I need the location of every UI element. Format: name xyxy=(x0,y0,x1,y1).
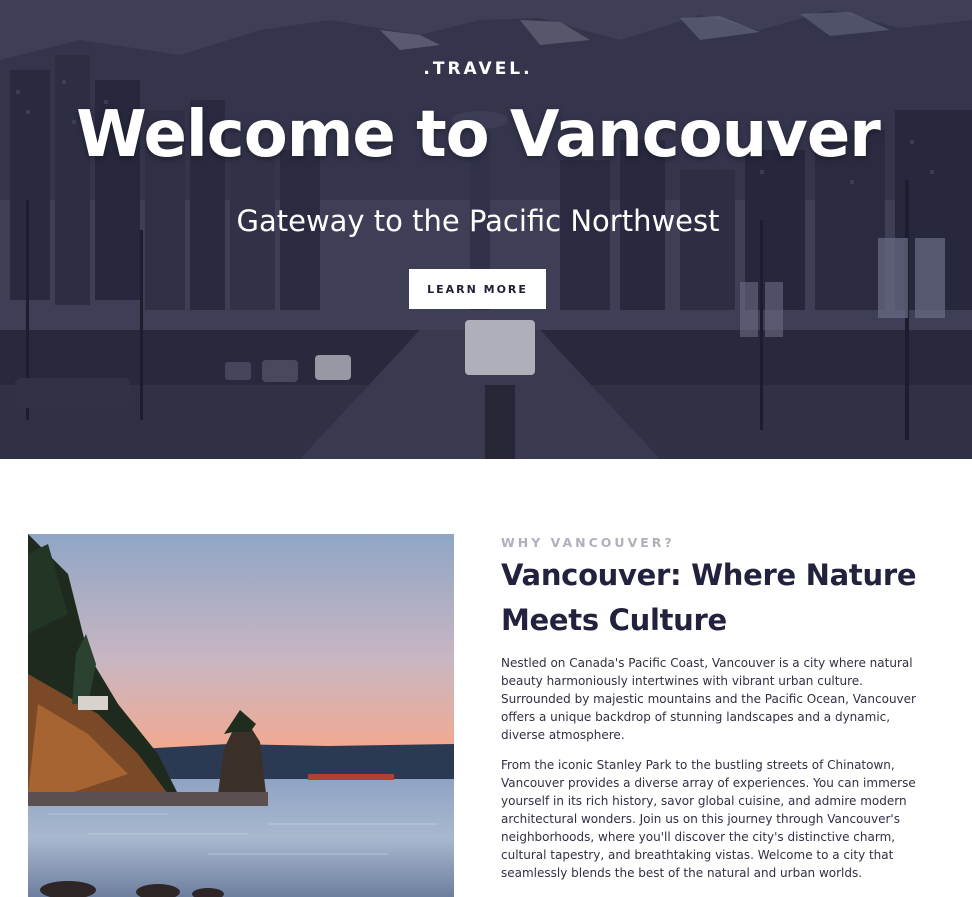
hero-section: .TRAVEL. Welcome to Vancouver Gateway to… xyxy=(0,0,972,459)
learn-more-button[interactable]: LEARN MORE xyxy=(409,269,546,309)
stanley-park-photo xyxy=(28,534,454,897)
intro-paragraph: Nestled on Canada's Pacific Coast, Vanco… xyxy=(501,656,916,742)
hero-title: Welcome to Vancouver xyxy=(76,98,881,172)
section-eyebrow: WHY VANCOUVER? xyxy=(501,535,675,550)
hero-subtitle: Gateway to the Pacific Northwest xyxy=(236,204,720,238)
section-heading: Vancouver: Where Nature Meets Culture xyxy=(501,558,917,637)
experiences-paragraph: From the iconic Stanley Park to the bust… xyxy=(501,758,916,880)
hero-kicker: .TRAVEL. xyxy=(423,59,533,79)
